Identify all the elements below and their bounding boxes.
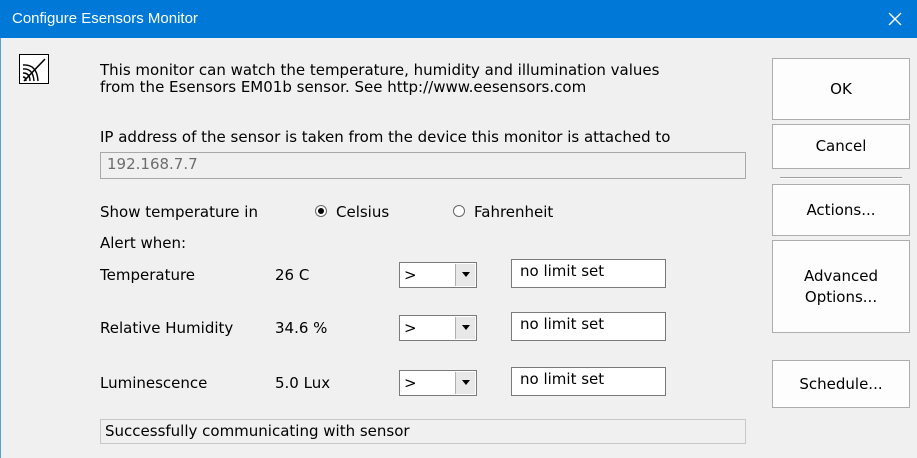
humidity-limit-input[interactable]: no limit set bbox=[511, 312, 666, 341]
humidity-operator-value: > bbox=[404, 319, 417, 337]
luminescence-limit-input[interactable]: no limit set bbox=[511, 367, 666, 396]
humidity-operator-select[interactable]: > bbox=[399, 315, 477, 341]
temperature-operator-value: > bbox=[404, 266, 417, 284]
temperature-label: Temperature bbox=[100, 266, 196, 284]
actions-button[interactable]: Actions... bbox=[772, 184, 910, 236]
ip-address-value: 192.168.7.7 bbox=[107, 155, 198, 173]
description-line-2: from the Esensors EM01b sensor. See http… bbox=[100, 78, 587, 96]
description-text: This monitor can watch the temperature, … bbox=[100, 62, 659, 96]
celsius-label[interactable]: Celsius bbox=[336, 203, 389, 221]
dialog-body: This monitor can watch the temperature, … bbox=[0, 38, 917, 458]
alert-when-label: Alert when: bbox=[100, 234, 187, 252]
status-bar: Successfully communicating with sensor bbox=[100, 419, 746, 444]
luminescence-label: Luminescence bbox=[100, 374, 208, 392]
humidity-limit-value: no limit set bbox=[520, 315, 605, 333]
temperature-unit-label: Show temperature in bbox=[100, 203, 258, 221]
close-icon bbox=[888, 12, 902, 26]
chevron-down-icon[interactable] bbox=[455, 264, 475, 286]
description-line-1: This monitor can watch the temperature, … bbox=[100, 61, 660, 79]
ip-address-field: 192.168.7.7 bbox=[100, 152, 746, 179]
luminescence-operator-value: > bbox=[404, 374, 417, 392]
cancel-button[interactable]: Cancel bbox=[772, 124, 910, 169]
close-button[interactable] bbox=[873, 0, 917, 38]
temperature-operator-select[interactable]: > bbox=[399, 262, 477, 288]
humidity-value: 34.6 % bbox=[275, 319, 328, 337]
luminescence-value: 5.0 Lux bbox=[275, 374, 331, 392]
ip-address-label: IP address of the sensor is taken from t… bbox=[100, 128, 671, 146]
fahrenheit-label[interactable]: Fahrenheit bbox=[474, 203, 553, 221]
luminescence-limit-value: no limit set bbox=[520, 370, 605, 388]
luminescence-operator-select[interactable]: > bbox=[399, 370, 477, 396]
advanced-options-line-2: Options... bbox=[804, 287, 878, 306]
advanced-options-line-1: Advanced bbox=[803, 266, 879, 285]
sensor-waves-icon bbox=[19, 54, 49, 84]
schedule-button[interactable]: Schedule... bbox=[772, 360, 910, 408]
button-separator bbox=[780, 177, 902, 179]
temperature-limit-input[interactable]: no limit set bbox=[511, 259, 666, 288]
temperature-value: 26 C bbox=[275, 266, 310, 284]
title-bar: Configure Esensors Monitor bbox=[0, 0, 917, 38]
chevron-down-icon[interactable] bbox=[455, 317, 475, 339]
temperature-limit-value: no limit set bbox=[520, 262, 605, 280]
status-text: Successfully communicating with sensor bbox=[105, 422, 410, 440]
humidity-label: Relative Humidity bbox=[100, 319, 234, 337]
chevron-down-icon[interactable] bbox=[455, 372, 475, 394]
fahrenheit-radio[interactable] bbox=[453, 205, 465, 217]
window-title: Configure Esensors Monitor bbox=[12, 10, 198, 27]
advanced-options-button[interactable]: Advanced Options... bbox=[772, 240, 910, 333]
ok-button[interactable]: OK bbox=[772, 58, 910, 120]
celsius-radio[interactable] bbox=[315, 205, 327, 217]
